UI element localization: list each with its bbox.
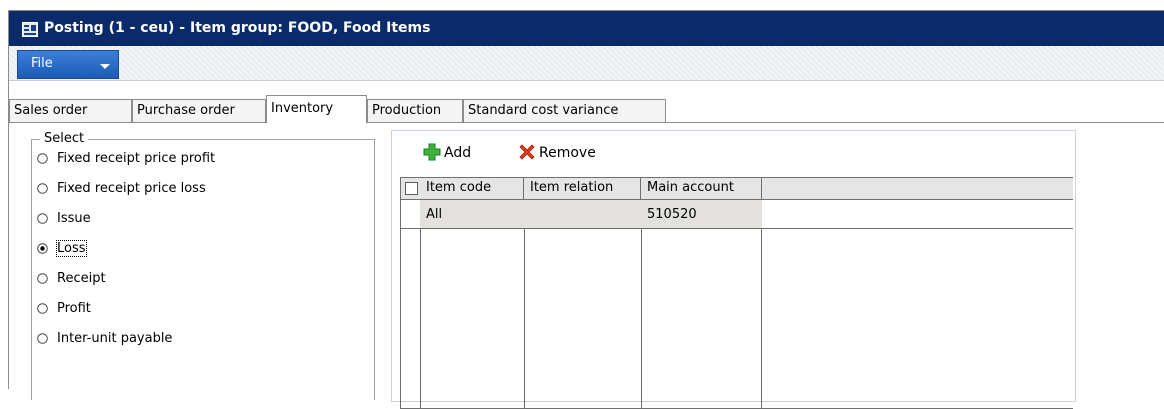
table-row[interactable]: All 510520 bbox=[401, 200, 1073, 229]
column-header-item-relation[interactable]: Item relation bbox=[524, 178, 641, 199]
column-divider bbox=[761, 199, 762, 408]
radio-label: Loss bbox=[56, 240, 87, 257]
tab-production[interactable]: Production bbox=[367, 99, 463, 122]
plus-icon bbox=[423, 143, 441, 161]
tab-strip-divider bbox=[9, 122, 1164, 123]
radio-button-icon bbox=[37, 213, 48, 224]
cell-main-account: 510520 bbox=[647, 207, 697, 222]
column-header-label: Main account bbox=[647, 180, 734, 195]
add-button[interactable]: Add bbox=[423, 143, 485, 165]
column-divider bbox=[420, 199, 421, 408]
tab-label: Sales order bbox=[14, 103, 88, 118]
tab-label: Standard cost variance bbox=[468, 103, 619, 118]
tab-inventory[interactable]: Inventory bbox=[266, 95, 367, 123]
posting-form-icon bbox=[22, 22, 38, 37]
column-divider bbox=[641, 199, 642, 408]
column-header-label: Item code bbox=[426, 180, 492, 195]
column-header-label: Item relation bbox=[530, 180, 614, 195]
cell-item-code: All bbox=[426, 207, 443, 222]
menu-bar: File bbox=[9, 46, 1164, 81]
radio-button-icon bbox=[37, 273, 48, 284]
column-header-main-account[interactable]: Main account bbox=[641, 178, 762, 199]
posting-grid-panel: Add Remove Item code Item relation Main … bbox=[391, 130, 1076, 409]
file-menu-button[interactable]: File bbox=[17, 50, 119, 79]
tab-label: Inventory bbox=[271, 101, 334, 116]
tab-strip: Sales order Purchase order Inventory Pro… bbox=[9, 95, 1164, 123]
window-title: Posting (1 - ceu) - Item group: FOOD, Fo… bbox=[44, 20, 431, 36]
tab-standard-cost-variance[interactable]: Standard cost variance bbox=[463, 99, 666, 122]
radio-label: Inter-unit payable bbox=[57, 331, 173, 346]
column-header-item-code[interactable]: Item code bbox=[420, 178, 524, 199]
add-label: Add bbox=[444, 145, 472, 161]
radio-selected-icon bbox=[37, 243, 48, 254]
radio-button-icon bbox=[37, 333, 48, 344]
tab-sales-order[interactable]: Sales order bbox=[9, 99, 132, 122]
column-divider bbox=[524, 199, 525, 408]
remove-button[interactable]: Remove bbox=[518, 143, 628, 165]
title-bar: Posting (1 - ceu) - Item group: FOOD, Fo… bbox=[9, 11, 1164, 46]
select-legend: Select bbox=[40, 131, 89, 146]
radio-label: Fixed receipt price loss bbox=[57, 181, 206, 196]
tab-label: Production bbox=[372, 103, 442, 118]
radio-button-icon bbox=[37, 153, 48, 164]
radio-button-icon bbox=[37, 303, 48, 314]
tab-label: Purchase order bbox=[137, 103, 235, 118]
radio-label: Fixed receipt price profit bbox=[57, 151, 216, 166]
remove-label: Remove bbox=[539, 145, 596, 161]
select-all-checkbox[interactable] bbox=[405, 182, 418, 195]
radio-button-icon bbox=[37, 183, 48, 194]
select-group: Select Fixed receipt price profit Fixed … bbox=[31, 131, 375, 400]
x-icon bbox=[519, 144, 535, 160]
radio-label: Profit bbox=[57, 301, 91, 316]
radio-label: Issue bbox=[57, 211, 91, 226]
selected-row-highlight bbox=[420, 200, 762, 228]
tab-purchase-order[interactable]: Purchase order bbox=[132, 99, 266, 122]
file-menu-label: File bbox=[31, 56, 53, 71]
posting-grid: Item code Item relation Main account All… bbox=[400, 177, 1073, 409]
chevron-down-icon bbox=[100, 64, 110, 69]
grid-header: Item code Item relation Main account bbox=[401, 178, 1073, 200]
radio-label: Receipt bbox=[57, 271, 106, 286]
